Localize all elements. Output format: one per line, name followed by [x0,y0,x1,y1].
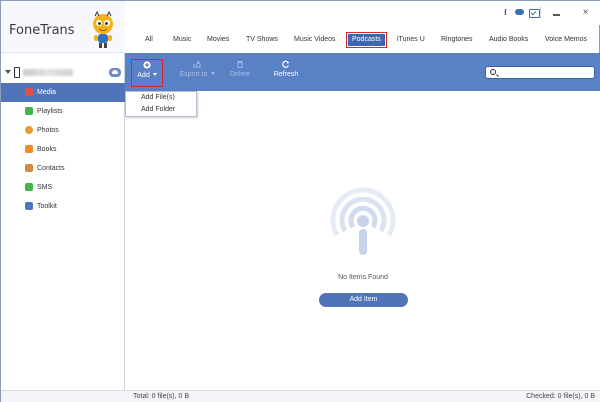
status-checked: Checked: 0 file(s), 0 B [526,393,595,400]
category-tabs: All Music Movies TV Shows Music Videos P… [125,27,600,53]
sidebar-item-label: Media [37,89,57,96]
tab-music[interactable]: Music [173,34,191,46]
status-bar: Total: 0 file(s), 0 B Checked: 0 file(s)… [1,390,600,402]
tab-podcasts[interactable]: Podcasts [346,32,387,48]
phone-icon [14,67,20,78]
search-input[interactable] [500,68,592,78]
device-row[interactable] [1,63,125,83]
sidebar-item-photos[interactable]: Photos [1,121,125,140]
menu-item-add-files[interactable]: Add File(s) [126,92,196,104]
export-icon [193,61,201,68]
sidebar-item-playlists[interactable]: Playlists [1,102,125,121]
photos-icon [25,126,33,134]
status-total: Total: 0 file(s), 0 B [133,393,190,400]
device-name-redacted [23,69,73,76]
tab-itunes-u[interactable]: iTunes U [397,34,425,46]
sidebar-item-label: SMS [37,184,53,191]
music-note-icon [25,88,33,96]
add-dropdown-menu: Add File(s) Add Folder [125,91,197,117]
tab-music-videos[interactable]: Music Videos [294,34,336,46]
delete-label: Delete [229,71,251,78]
app-name: FoneTrans [9,23,75,38]
export-label: Export to [179,71,208,78]
tab-audio-books[interactable]: Audio Books [489,34,528,46]
sidebar: FoneTrans Media Playlists Photos Books C… [1,1,125,390]
feedback-icon[interactable] [529,8,540,18]
sidebar-item-contacts[interactable]: Contacts [1,159,125,178]
close-icon[interactable]: × [581,8,590,18]
sidebar-item-label: Books [37,146,57,153]
tab-voice-memos[interactable]: Voice Memos [545,34,587,46]
facebook-icon[interactable]: f [501,8,510,17]
minimize-icon[interactable] [552,8,561,17]
cloud-icon[interactable] [109,68,121,77]
chevron-down-icon [152,73,157,76]
sidebar-item-books[interactable]: Books [1,140,125,159]
books-icon [25,145,33,153]
refresh-label: Refresh [273,71,299,78]
mascot-logo-icon [93,11,113,48]
sidebar-nav: Media Playlists Photos Books Contacts SM… [1,83,125,216]
main-content: No Items Found Add Item [125,91,600,390]
contacts-icon [25,164,33,172]
toolbar: Add Export to Delete Refresh [125,53,600,91]
search-box[interactable] [485,66,595,79]
chat-icon[interactable] [515,8,524,17]
search-icon [490,69,496,75]
sidebar-item-label: Contacts [37,165,65,172]
sidebar-item-toolkit[interactable]: Toolkit [1,197,125,216]
tab-tv-shows[interactable]: TV Shows [246,34,278,46]
trash-icon [237,61,243,68]
sidebar-item-label: Toolkit [37,203,57,210]
toolkit-icon [25,202,33,210]
export-button[interactable]: Export to [175,53,219,91]
add-button[interactable]: Add [129,57,165,89]
empty-state-text: No Items Found [338,274,388,281]
tab-movies[interactable]: Movies [207,34,229,46]
sidebar-item-media[interactable]: Media [1,83,125,102]
refresh-button[interactable]: Refresh [269,53,303,91]
sidebar-item-label: Playlists [37,108,63,115]
sms-icon [25,183,33,191]
sidebar-item-sms[interactable]: SMS [1,178,125,197]
sidebar-item-label: Photos [37,127,59,134]
add-label: Add [137,72,150,79]
playlist-icon [25,107,33,115]
app-window: FoneTrans Media Playlists Photos Books C… [0,0,600,402]
podcast-icon [330,187,396,255]
tab-all[interactable]: All [145,34,153,46]
delete-button[interactable]: Delete [225,53,255,91]
refresh-icon [282,60,290,68]
expand-caret-icon[interactable] [5,70,11,74]
add-item-button[interactable]: Add Item [319,293,408,307]
divider [540,6,541,18]
menu-item-add-folder[interactable]: Add Folder [126,104,196,116]
title-bar: f × [125,1,600,25]
brand-area: FoneTrans [1,1,125,53]
plus-circle-icon [143,61,151,69]
tab-ringtones[interactable]: Ringtones [441,34,473,46]
chevron-down-icon [210,72,215,75]
